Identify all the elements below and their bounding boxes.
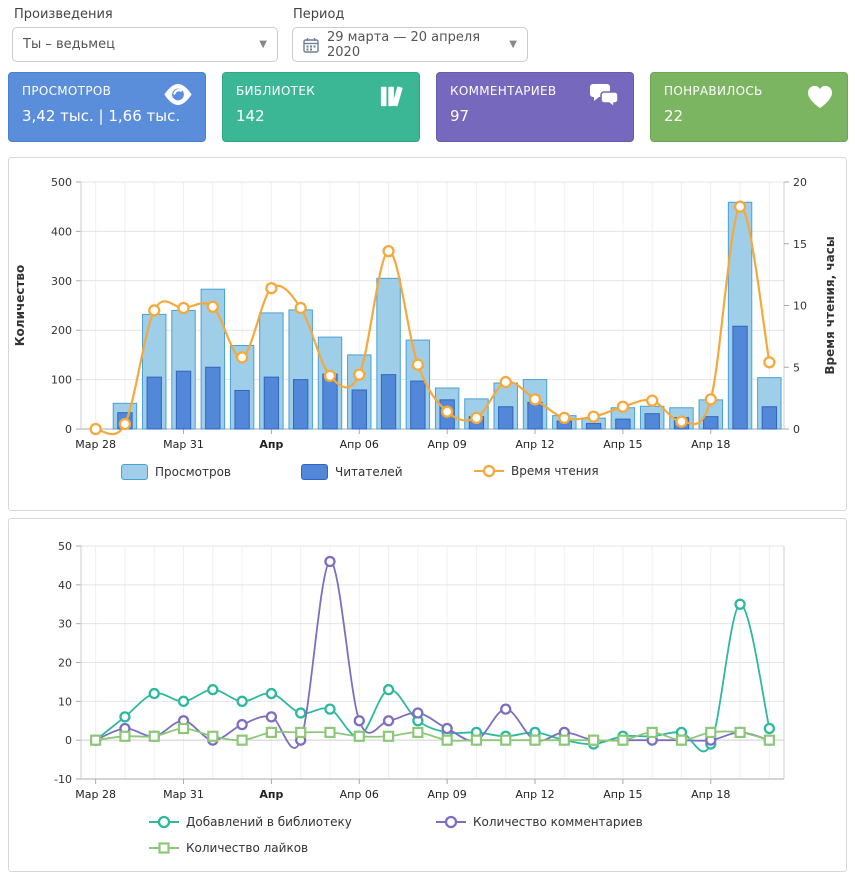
legend-label-readers: Читателей [335, 465, 403, 479]
comments-icon [590, 84, 620, 112]
svg-text:400: 400 [51, 225, 72, 238]
legend-item-readers[interactable]: Читателей [301, 464, 403, 480]
svg-text:30: 30 [58, 618, 72, 631]
svg-text:Мар 31: Мар 31 [163, 438, 204, 451]
library-adds-line-swatch [149, 815, 179, 829]
svg-text:200: 200 [51, 324, 72, 337]
legend-item-library-adds[interactable]: Добавлений в библиотеку [149, 815, 352, 829]
svg-text:Апр 06: Апр 06 [340, 788, 379, 801]
books-icon [378, 84, 406, 112]
reading-time-line-swatch [474, 464, 504, 478]
chevron-down-icon: ▼ [259, 39, 267, 50]
legend-item-reading-time[interactable]: Время чтения [474, 464, 599, 478]
svg-text:Апр: Апр [259, 438, 283, 451]
libraries-card: БИБЛИОТЕК 142 [222, 72, 420, 142]
svg-text:Апр 06: Апр 06 [340, 438, 379, 451]
svg-text:Апр 12: Апр 12 [515, 788, 554, 801]
views-card: ПРОСМОТРОВ 3,42 тыс. | 1,66 тыс. [8, 72, 206, 142]
svg-text:20: 20 [793, 176, 807, 189]
period-select[interactable]: 29 марта — 20 апреля 2020 ▼ [292, 27, 528, 62]
legend-label-views: Просмотров [155, 465, 231, 479]
engagement-chart-panel: -10 0 10 20 30 40 50 Мар 28 Мар 31 Апр Апр 06 Апр 0… [8, 518, 847, 872]
svg-text:0: 0 [793, 423, 800, 436]
svg-text:10: 10 [793, 300, 807, 313]
views-bar-swatch [121, 464, 148, 480]
engagement-chart[interactable]: -10 0 10 20 30 40 50 Мар 28 Мар 31 Апр Апр 06 Апр 0… [9, 519, 846, 809]
chevron-down-icon: ▼ [509, 39, 517, 50]
calendar-icon [303, 37, 319, 53]
svg-text:Апр 09: Апр 09 [428, 788, 467, 801]
svg-text:Апр 09: Апр 09 [428, 438, 467, 451]
svg-text:100: 100 [51, 374, 72, 387]
comments-card: КОММЕНТАРИЕВ 97 [436, 72, 634, 142]
svg-text:300: 300 [51, 275, 72, 288]
svg-text:Мар 28: Мар 28 [75, 788, 116, 801]
works-select[interactable]: Ты – ведьмец ▼ [12, 27, 278, 62]
svg-text:500: 500 [51, 176, 72, 189]
svg-text:10: 10 [58, 695, 72, 708]
legend-item-likes[interactable]: Количество лайков [149, 841, 308, 855]
svg-text:0: 0 [65, 734, 72, 747]
svg-text:Время чтения, часы: Время чтения, часы [823, 236, 837, 374]
svg-text:Мар 28: Мар 28 [75, 438, 116, 451]
statistics-page: { "filters": { "works_label": "Произведе… [0, 0, 855, 876]
svg-text:Мар 31: Мар 31 [163, 788, 204, 801]
comments-line-swatch [436, 815, 466, 829]
eye-icon [164, 84, 192, 109]
heart-icon [806, 84, 834, 113]
readers-bar-swatch [301, 464, 328, 480]
svg-text:0: 0 [65, 423, 72, 436]
svg-text:40: 40 [58, 579, 72, 592]
svg-text:Апр 15: Апр 15 [603, 438, 642, 451]
views-card-value: 3,42 тыс. | 1,66 тыс. [22, 107, 192, 125]
svg-text:5: 5 [793, 361, 800, 374]
legend-label-library-adds: Добавлений в библиотеку [186, 815, 352, 829]
works-filter-label: Произведения [14, 7, 113, 22]
svg-text:-10: -10 [54, 773, 72, 786]
period-select-value: 29 марта — 20 апреля 2020 [327, 30, 501, 60]
svg-text:Апр 18: Апр 18 [691, 438, 730, 451]
svg-text:15: 15 [793, 238, 807, 251]
views-chart[interactable]: 0 100 200 300 400 500 0 5 10 15 20 Мар 28 Мар 31 Апр А… [9, 158, 846, 458]
legend-item-comments[interactable]: Количество комментариев [436, 815, 643, 829]
works-select-value: Ты – ведьмец [23, 37, 251, 52]
svg-text:20: 20 [58, 657, 72, 670]
svg-text:Апр 15: Апр 15 [603, 788, 642, 801]
svg-text:Апр 12: Апр 12 [515, 438, 554, 451]
views-chart-panel: 0 100 200 300 400 500 0 5 10 15 20 Мар 28 Мар 31 Апр А… [8, 157, 847, 511]
svg-text:Количество: Количество [13, 265, 27, 347]
legend-label-likes: Количество лайков [186, 841, 308, 855]
legend-label-reading-time: Время чтения [511, 464, 599, 478]
period-filter-label: Период [293, 7, 344, 22]
svg-text:50: 50 [58, 540, 72, 553]
likes-card: ПОНРАВИЛОСЬ 22 [650, 72, 848, 142]
legend-item-views[interactable]: Просмотров [121, 464, 231, 480]
likes-line-swatch [149, 841, 179, 855]
svg-text:Апр 18: Апр 18 [691, 788, 730, 801]
legend-label-comments: Количество комментариев [473, 815, 643, 829]
svg-text:Апр: Апр [259, 788, 283, 801]
